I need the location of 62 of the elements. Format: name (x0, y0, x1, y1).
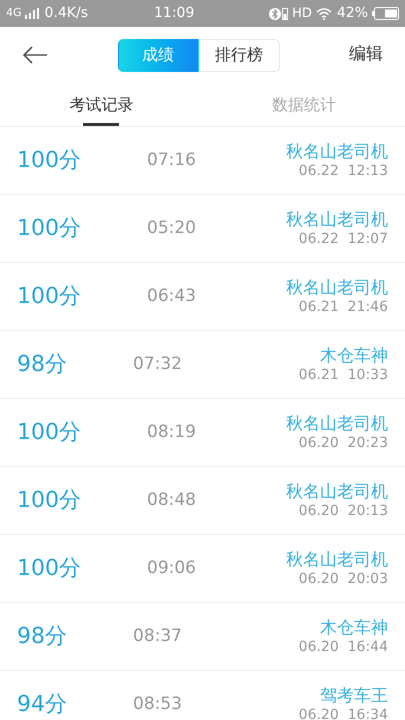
back-arrow-icon[interactable] (22, 46, 48, 64)
duration: 07:32 (133, 352, 182, 376)
score: 100分 (17, 555, 81, 583)
record-date: 06.22 12:07 (298, 231, 388, 249)
duration: 07:16 (147, 148, 196, 172)
score: 100分 (17, 283, 81, 311)
driver-name: 秋名山老司机 (286, 278, 388, 300)
record-date: 06.20 16:44 (298, 639, 388, 657)
duration: 08:53 (133, 692, 182, 716)
driver-name: 秋名山老司机 (286, 482, 388, 504)
record-row[interactable]: 100分 05:20 秋名山老司机 06.22 12:07 (0, 195, 405, 263)
duration: 06:43 (147, 284, 196, 308)
network-speed: 0.4K/s (44, 4, 88, 23)
score: 100分 (17, 215, 81, 243)
battery-percent: 42% (336, 4, 368, 23)
duration: 05:20 (147, 216, 196, 240)
duration: 08:19 (147, 420, 196, 444)
record-date: 06.21 10:33 (298, 367, 388, 385)
driver-name: 秋名山老司机 (286, 414, 388, 436)
segment-tab[interactable]: 排行榜 (198, 38, 280, 72)
score: 100分 (17, 147, 81, 175)
score: 98分 (17, 351, 67, 379)
score: 94分 (17, 691, 67, 719)
signal-icon (24, 8, 39, 19)
score: 100分 (17, 419, 81, 447)
driver-name: 驾考车王 (320, 686, 388, 708)
record-row[interactable]: 100分 08:19 秋名山老司机 06.20 20:23 (0, 399, 405, 467)
battery-icon (371, 7, 399, 20)
wifi-icon (316, 8, 332, 20)
edit-button[interactable]: 编辑 (349, 42, 383, 68)
record-row[interactable]: 100分 07:16 秋名山老司机 06.22 12:13 (0, 127, 405, 195)
network-label: 4G (6, 5, 22, 22)
bluetooth-icon (269, 6, 282, 20)
score: 100分 (17, 487, 81, 515)
driver-name: 木仓车神 (320, 346, 388, 368)
hd-label: HD (292, 4, 312, 23)
record-date: 06.20 20:23 (298, 435, 388, 453)
record-row[interactable]: 98分 08:37 木仓车神 06.20 16:44 (0, 603, 405, 671)
driver-name: 木仓车神 (320, 618, 388, 640)
record-date: 06.20 20:03 (298, 571, 388, 589)
duration: 08:37 (133, 624, 182, 648)
record-row[interactable]: 94分 08:53 驾考车王 06.20 16:34 (0, 671, 405, 720)
record-date: 06.20 20:13 (298, 503, 388, 521)
clock: 11:09 (154, 4, 194, 23)
driver-name: 秋名山老司机 (286, 142, 388, 164)
record-row[interactable]: 100分 06:43 秋名山老司机 06.21 21:46 (0, 263, 405, 331)
tab[interactable]: 数据统计 (202, 83, 405, 126)
tab[interactable]: 考试记录 (0, 83, 202, 126)
tab-indicator (83, 123, 120, 126)
score: 98分 (17, 623, 67, 651)
record-date: 06.20 16:34 (298, 707, 388, 720)
record-date: 06.22 12:13 (298, 163, 388, 181)
driver-name: 秋名山老司机 (286, 550, 388, 572)
duration: 09:06 (147, 556, 196, 580)
duration: 08:48 (147, 488, 196, 512)
segment-tab[interactable]: 成绩 (118, 38, 198, 72)
record-row[interactable]: 100分 08:48 秋名山老司机 06.20 20:13 (0, 467, 405, 535)
record-date: 06.21 21:46 (298, 299, 388, 317)
record-row[interactable]: 98分 07:32 木仓车神 06.21 10:33 (0, 331, 405, 399)
driver-name: 秋名山老司机 (286, 210, 388, 232)
sim-icon (282, 8, 288, 20)
record-row[interactable]: 100分 09:06 秋名山老司机 06.20 20:03 (0, 535, 405, 603)
